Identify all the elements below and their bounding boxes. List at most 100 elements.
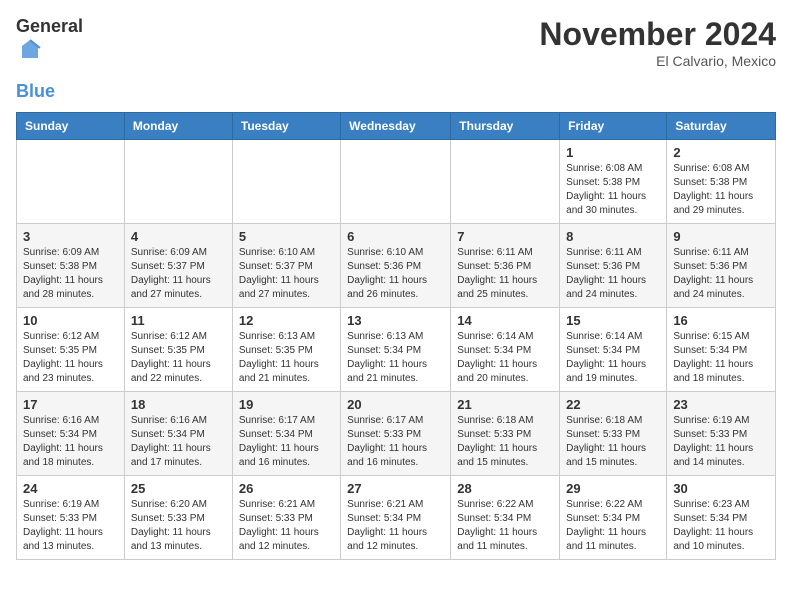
- week-row-4: 17 Sunrise: 6:16 AM Sunset: 5:34 PM Dayli…: [17, 392, 776, 476]
- logo-icon: [18, 38, 42, 62]
- calendar-cell: 3Sunrise: 6:09 AM Sunset: 5:38 PM Daylig…: [17, 224, 125, 308]
- weekday-header-saturday: Saturday: [667, 113, 776, 140]
- weekday-header-friday: Friday: [560, 113, 667, 140]
- day-detail: Sunrise: 6:11 AM Sunset: 5:36 PM Dayligh…: [566, 246, 660, 302]
- calendar-cell: 14Sunrise: 6:14 AM Sunset: 5:34 PM Dayli…: [451, 308, 560, 392]
- day-detail: Sunrise: 6:14 AM Sunset: 5:34 PM Dayligh…: [566, 330, 660, 386]
- day-number: 1: [566, 145, 660, 160]
- calendar-table: SundayMondayTuesdayWednesdayThursdayFrid…: [16, 112, 776, 560]
- day-number: 24: [23, 481, 118, 496]
- day-detail: Sunrise: 6:11 AM Sunset: 5:36 PM Dayligh…: [457, 246, 553, 302]
- calendar-cell: 19 Sunrise: 6:17 AM Sunset: 5:34 PM Dayli…: [232, 392, 340, 476]
- day-detail: Sunrise: 6:12 AM Sunset: 5:35 PM Dayligh…: [23, 330, 118, 386]
- calendar-cell: 16Sunrise: 6:15 AM Sunset: 5:34 PM Dayli…: [667, 308, 776, 392]
- calendar-cell: 4 Sunrise: 6:09 AM Sunset: 5:37 PM Daylig…: [124, 224, 232, 308]
- day-detail: Sunrise: 6:21 AM Sunset: 5:34 PM Dayligh…: [347, 498, 444, 554]
- day-detail: Sunrise: 6:22 AM Sunset: 5:34 PM Dayligh…: [457, 498, 553, 554]
- weekday-header-tuesday: Tuesday: [232, 113, 340, 140]
- day-detail: Sunrise: 6:09 AM Sunset: 5:37 PM Dayligh…: [131, 246, 226, 302]
- calendar-cell: 13Sunrise: 6:13 AM Sunset: 5:34 PM Dayli…: [341, 308, 451, 392]
- day-detail: Sunrise: 6:09 AM Sunset: 5:38 PM Dayligh…: [23, 246, 118, 302]
- calendar-cell: 8 Sunrise: 6:11 AM Sunset: 5:36 PM Daylig…: [560, 224, 667, 308]
- day-detail: Sunrise: 6:08 AM Sunset: 5:38 PM Dayligh…: [566, 162, 660, 218]
- day-detail: Sunrise: 6:17 AM Sunset: 5:33 PM Dayligh…: [347, 414, 444, 470]
- day-detail: Sunrise: 6:19 AM Sunset: 5:33 PM Dayligh…: [673, 414, 769, 470]
- day-number: 26: [239, 481, 334, 496]
- calendar-cell: 27 Sunrise: 6:21 AM Sunset: 5:34 PM Dayli…: [341, 476, 451, 560]
- calendar-cell: 21 Sunrise: 6:18 AM Sunset: 5:33 PM Dayli…: [451, 392, 560, 476]
- day-detail: Sunrise: 6:22 AM Sunset: 5:34 PM Dayligh…: [566, 498, 660, 554]
- week-row-2: 3Sunrise: 6:09 AM Sunset: 5:38 PM Daylig…: [17, 224, 776, 308]
- day-number: 22: [566, 397, 660, 412]
- day-number: 30: [673, 481, 769, 496]
- weekday-header-monday: Monday: [124, 113, 232, 140]
- day-number: 2: [673, 145, 769, 160]
- calendar-cell: 17 Sunrise: 6:16 AM Sunset: 5:34 PM Dayli…: [17, 392, 125, 476]
- calendar-cell: 11 Sunrise: 6:12 AM Sunset: 5:35 PM Dayli…: [124, 308, 232, 392]
- week-row-5: 24 Sunrise: 6:19 AM Sunset: 5:33 PM Dayli…: [17, 476, 776, 560]
- weekday-header-row: SundayMondayTuesdayWednesdayThursdayFrid…: [17, 113, 776, 140]
- calendar-cell: 12Sunrise: 6:13 AM Sunset: 5:35 PM Dayli…: [232, 308, 340, 392]
- calendar-cell: 24 Sunrise: 6:19 AM Sunset: 5:33 PM Dayli…: [17, 476, 125, 560]
- calendar-cell: 6 Sunrise: 6:10 AM Sunset: 5:36 PM Daylig…: [341, 224, 451, 308]
- day-number: 15: [566, 313, 660, 328]
- title-area: November 2024 El Calvario, Mexico: [539, 16, 776, 69]
- calendar-cell: [17, 140, 125, 224]
- day-number: 7: [457, 229, 553, 244]
- calendar-cell: 2Sunrise: 6:08 AM Sunset: 5:38 PM Daylig…: [667, 140, 776, 224]
- day-detail: Sunrise: 6:12 AM Sunset: 5:35 PM Dayligh…: [131, 330, 226, 386]
- day-detail: Sunrise: 6:19 AM Sunset: 5:33 PM Dayligh…: [23, 498, 118, 554]
- logo: General Blue: [16, 16, 83, 102]
- day-number: 27: [347, 481, 444, 496]
- day-detail: Sunrise: 6:11 AM Sunset: 5:36 PM Dayligh…: [673, 246, 769, 302]
- calendar-cell: [124, 140, 232, 224]
- calendar-cell: [232, 140, 340, 224]
- day-number: 6: [347, 229, 444, 244]
- day-detail: Sunrise: 6:17 AM Sunset: 5:34 PM Dayligh…: [239, 414, 334, 470]
- calendar-cell: 10 Sunrise: 6:12 AM Sunset: 5:35 PM Dayli…: [17, 308, 125, 392]
- day-detail: Sunrise: 6:21 AM Sunset: 5:33 PM Dayligh…: [239, 498, 334, 554]
- weekday-header-sunday: Sunday: [17, 113, 125, 140]
- day-detail: Sunrise: 6:10 AM Sunset: 5:37 PM Dayligh…: [239, 246, 334, 302]
- calendar-cell: 18Sunrise: 6:16 AM Sunset: 5:34 PM Dayli…: [124, 392, 232, 476]
- day-detail: Sunrise: 6:15 AM Sunset: 5:34 PM Dayligh…: [673, 330, 769, 386]
- day-detail: Sunrise: 6:14 AM Sunset: 5:34 PM Dayligh…: [457, 330, 553, 386]
- day-detail: Sunrise: 6:13 AM Sunset: 5:35 PM Dayligh…: [239, 330, 334, 386]
- month-title: November 2024: [539, 16, 776, 53]
- location-subtitle: El Calvario, Mexico: [539, 53, 776, 69]
- calendar-cell: 25Sunrise: 6:20 AM Sunset: 5:33 PM Dayli…: [124, 476, 232, 560]
- calendar-cell: 28 Sunrise: 6:22 AM Sunset: 5:34 PM Dayli…: [451, 476, 560, 560]
- day-number: 17: [23, 397, 118, 412]
- week-row-3: 10 Sunrise: 6:12 AM Sunset: 5:35 PM Dayli…: [17, 308, 776, 392]
- logo-text-general: General: [16, 16, 83, 38]
- calendar-cell: 23Sunrise: 6:19 AM Sunset: 5:33 PM Dayli…: [667, 392, 776, 476]
- day-number: 25: [131, 481, 226, 496]
- day-number: 28: [457, 481, 553, 496]
- day-number: 10: [23, 313, 118, 328]
- day-detail: Sunrise: 6:16 AM Sunset: 5:34 PM Dayligh…: [23, 414, 118, 470]
- logo-text-blue: Blue: [16, 81, 55, 103]
- calendar-cell: 29 Sunrise: 6:22 AM Sunset: 5:34 PM Dayli…: [560, 476, 667, 560]
- day-number: 9: [673, 229, 769, 244]
- day-detail: Sunrise: 6:23 AM Sunset: 5:34 PM Dayligh…: [673, 498, 769, 554]
- day-detail: Sunrise: 6:13 AM Sunset: 5:34 PM Dayligh…: [347, 330, 444, 386]
- day-detail: Sunrise: 6:18 AM Sunset: 5:33 PM Dayligh…: [457, 414, 553, 470]
- day-number: 29: [566, 481, 660, 496]
- day-number: 8: [566, 229, 660, 244]
- week-row-1: 1 Sunrise: 6:08 AM Sunset: 5:38 PM Daylig…: [17, 140, 776, 224]
- calendar-cell: 1 Sunrise: 6:08 AM Sunset: 5:38 PM Daylig…: [560, 140, 667, 224]
- calendar-cell: [341, 140, 451, 224]
- day-number: 4: [131, 229, 226, 244]
- calendar-cell: 7 Sunrise: 6:11 AM Sunset: 5:36 PM Daylig…: [451, 224, 560, 308]
- calendar-cell: 30 Sunrise: 6:23 AM Sunset: 5:34 PM Dayli…: [667, 476, 776, 560]
- day-number: 18: [131, 397, 226, 412]
- day-number: 20: [347, 397, 444, 412]
- day-detail: Sunrise: 6:10 AM Sunset: 5:36 PM Dayligh…: [347, 246, 444, 302]
- calendar-cell: 9 Sunrise: 6:11 AM Sunset: 5:36 PM Daylig…: [667, 224, 776, 308]
- weekday-header-thursday: Thursday: [451, 113, 560, 140]
- day-number: 5: [239, 229, 334, 244]
- day-number: 19: [239, 397, 334, 412]
- day-number: 21: [457, 397, 553, 412]
- day-detail: Sunrise: 6:18 AM Sunset: 5:33 PM Dayligh…: [566, 414, 660, 470]
- day-number: 11: [131, 313, 226, 328]
